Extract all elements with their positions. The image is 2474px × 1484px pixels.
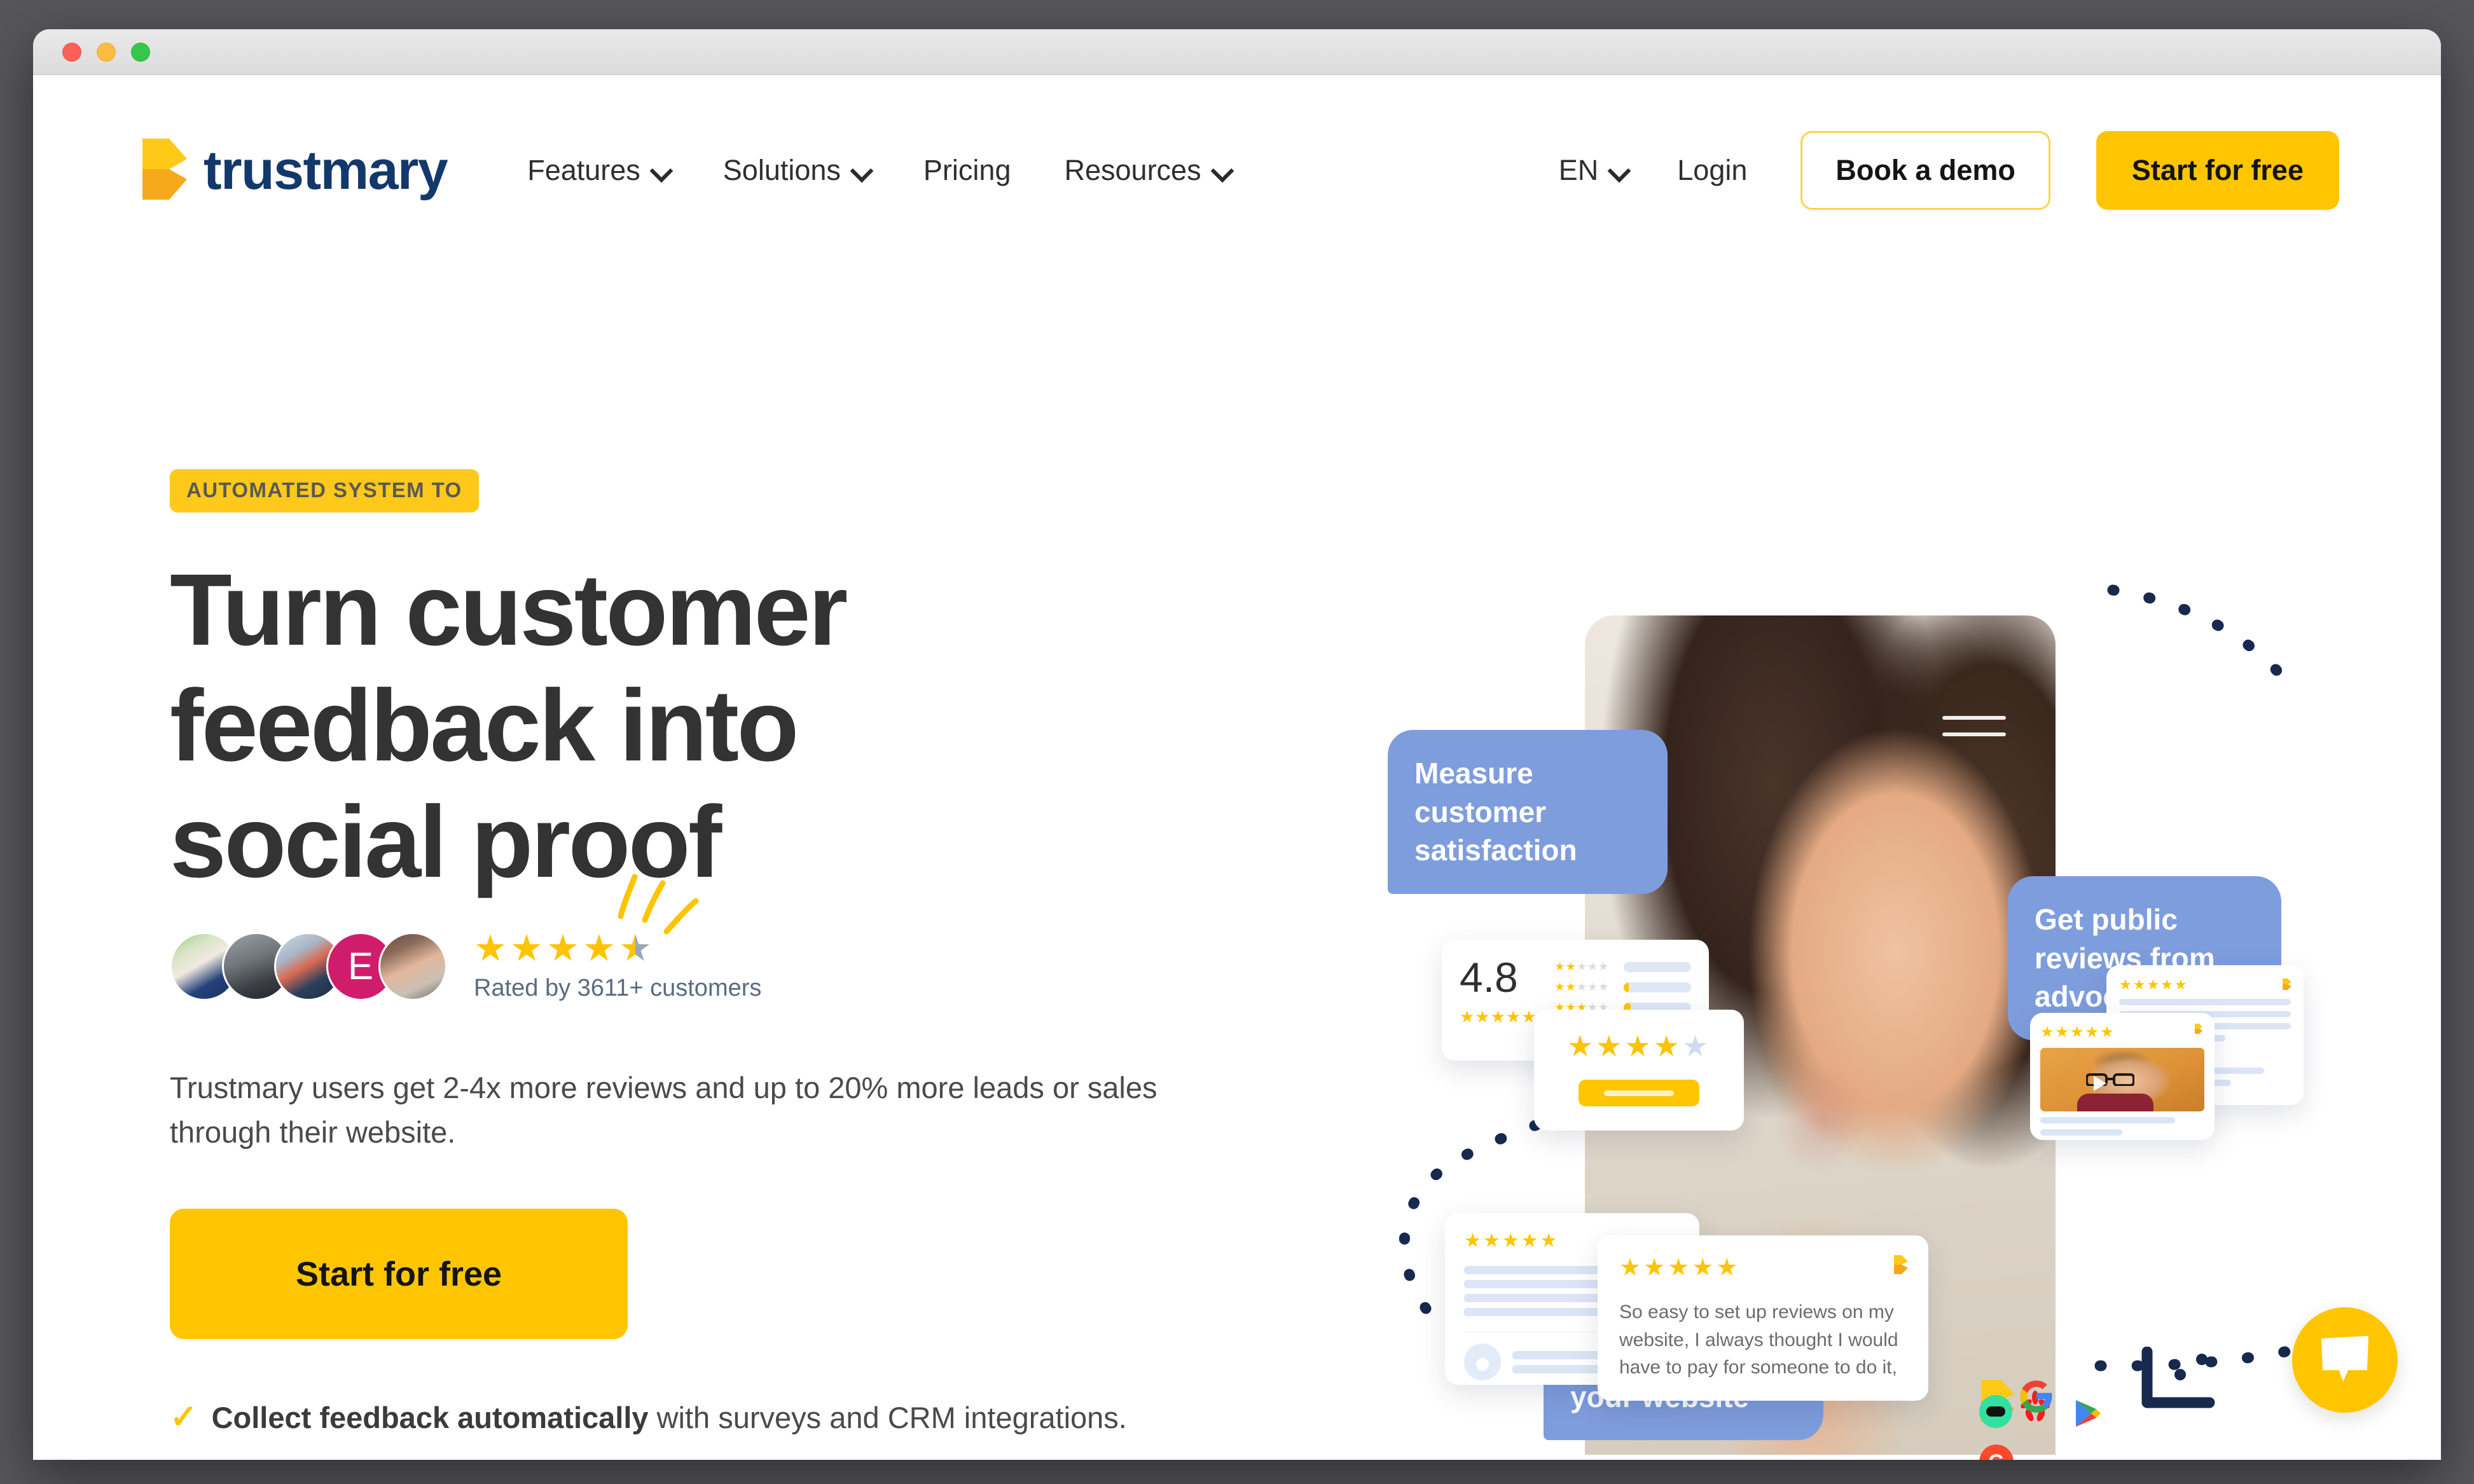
g2-icon: G [1979, 1445, 2014, 1460]
avatar-stack: E [170, 931, 447, 1001]
benefit-text: Collect feedback automatically with surv… [212, 1400, 1127, 1435]
language-switcher[interactable]: EN [1559, 154, 1628, 187]
skeleton-line [1512, 1364, 1610, 1373]
bubble-measure-satisfaction: Measure customer satisfaction [1388, 730, 1668, 895]
rating-score: 4.8 [1460, 954, 1518, 1001]
testimonial-quote-card: ★★★★★ So easy to set up reviews on my we… [1598, 1235, 1928, 1401]
star-icon: ★ [510, 928, 543, 970]
benefit-rest-text: with surveys and CRM integrations. [656, 1401, 1127, 1435]
star-rating: ★ ★ ★ ★ ★ [474, 930, 761, 967]
star-rating: ★★★★★ [1554, 960, 1610, 973]
page-title: Turn customer feedback into social proof [170, 552, 1219, 900]
google-icon [2019, 1378, 2054, 1414]
nav-item-resources[interactable]: Resources [1064, 154, 1230, 187]
social-platform-icons: G [1979, 1378, 2145, 1460]
start-for-free-nav-button[interactable]: Start for free [2096, 131, 2339, 210]
nav-label-features: Features [527, 154, 640, 186]
login-link[interactable]: Login [1677, 154, 1747, 187]
play-button-icon[interactable] [2094, 1076, 2106, 1091]
star-rating: ★★★★★ [2040, 1024, 2115, 1041]
chat-widget-button[interactable] [2292, 1307, 2398, 1413]
nav-label-pricing: Pricing [923, 154, 1011, 186]
close-window-button[interactable] [62, 42, 81, 62]
social-proof-row: E ★ ★ ★ ★ ★ Rated by 3611+ customers [170, 930, 1219, 1002]
chevron-down-icon [1213, 161, 1231, 179]
skeleton-line [2040, 1117, 2175, 1123]
google-play-icon [2070, 1396, 2104, 1431]
headline-line-3: social proof [170, 784, 722, 898]
chat-bubble-icon [2321, 1336, 2368, 1382]
benefit-bold-text: Collect feedback automatically [211, 1401, 649, 1435]
maximize-window-button[interactable] [131, 42, 150, 62]
nav-item-pricing[interactable]: Pricing [923, 154, 1011, 187]
hero-illustration: Measure customer satisfaction Get public… [1388, 565, 2380, 1460]
skeleton-line [1464, 1308, 1612, 1316]
video-thumbnail [2040, 1048, 2204, 1111]
star-rating[interactable]: ★★★★★ [1534, 1029, 1744, 1063]
star-rating: ★★★★★ [1460, 1007, 1537, 1026]
hero-content: AUTOMATED SYSTEM TO Turn customer feedba… [170, 469, 1219, 1435]
chevron-down-icon [1610, 161, 1627, 179]
distribution-bar [1623, 961, 1691, 972]
skeleton-line [2040, 1129, 2122, 1136]
browser-window: trustmary Features Solutions Pricing Res… [33, 29, 2441, 1460]
primary-nav: Features Solutions Pricing Resources [527, 154, 1230, 187]
headline-line-2: feedback into [170, 668, 799, 783]
distribution-row: ★★★★★ [1555, 960, 1691, 973]
browser-titlebar [33, 29, 2441, 75]
star-rating: ★★★★★ [1554, 980, 1610, 993]
video-review-card[interactable]: ★★★★★ [2030, 1013, 2215, 1140]
chevron-down-icon [652, 161, 670, 179]
star-icon: ★ [546, 928, 579, 970]
check-icon: ✓ [170, 1399, 198, 1436]
trustmary-arrow-icon [2282, 978, 2292, 994]
language-label: EN [1558, 154, 1599, 186]
distribution-row: ★★★★★ [1555, 980, 1691, 994]
logo-text: trustmary [204, 139, 448, 201]
avatar [378, 931, 447, 1001]
hero-subtext: Trustmary users get 2-4x more reviews an… [170, 1071, 1158, 1149]
trustmary-arrow-icon [2194, 1023, 2203, 1038]
nav-item-features[interactable]: Features [527, 154, 670, 187]
user-avatar-icon [1464, 1343, 1501, 1380]
rating-block: ★ ★ ★ ★ ★ Rated by 3611+ customers [474, 930, 761, 1002]
headline-line-1: Turn customer [170, 553, 848, 666]
thumbnail-shirt [2077, 1094, 2153, 1111]
star-rating: ★★★★★ [2119, 977, 2188, 993]
chevron-down-icon [852, 161, 870, 179]
distribution-bar [1623, 982, 1691, 993]
nav-item-solutions[interactable]: Solutions [723, 154, 870, 187]
minimize-window-button[interactable] [97, 42, 116, 62]
hero-badge: AUTOMATED SYSTEM TO [170, 469, 479, 512]
page-viewport: trustmary Features Solutions Pricing Res… [33, 75, 2441, 1460]
nav-label-resources: Resources [1064, 154, 1201, 186]
yelp-icon [2019, 1391, 2052, 1426]
book-demo-button[interactable]: Book a demo [1800, 131, 2050, 210]
corner-bracket-decoration [2141, 1347, 2215, 1408]
site-header: trustmary Features Solutions Pricing Res… [33, 75, 2441, 266]
trustmary-arrow-icon [1893, 1254, 1909, 1278]
tripadvisor-icon [1979, 1395, 2012, 1428]
trustmary-logo[interactable]: trustmary [140, 137, 448, 204]
start-for-free-hero-button[interactable]: Start for free [170, 1209, 628, 1340]
star-icon: ★ [474, 928, 507, 970]
testimonial-text: So easy to set up reviews on my website,… [1619, 1302, 1898, 1378]
header-actions: EN Login Book a demo Start for free [1559, 131, 2339, 210]
skeleton-line [2119, 999, 2291, 1005]
photo-overlay-lines [1942, 716, 2006, 749]
star-half-icon: ★ [619, 928, 652, 970]
widget-submit-button[interactable] [1579, 1080, 1699, 1106]
benefit-row: ✓ Collect feedback automatically with su… [170, 1400, 1219, 1435]
rated-by-text: Rated by 3611+ customers [474, 975, 762, 1002]
trustmary-arrow-icon [140, 137, 190, 204]
star-rating-widget-card[interactable]: ★★★★★ [1534, 1010, 1744, 1130]
nav-label-solutions: Solutions [722, 154, 841, 186]
star-icon: ★ [583, 928, 616, 970]
star-rating: ★★★★★ [1619, 1254, 1741, 1281]
